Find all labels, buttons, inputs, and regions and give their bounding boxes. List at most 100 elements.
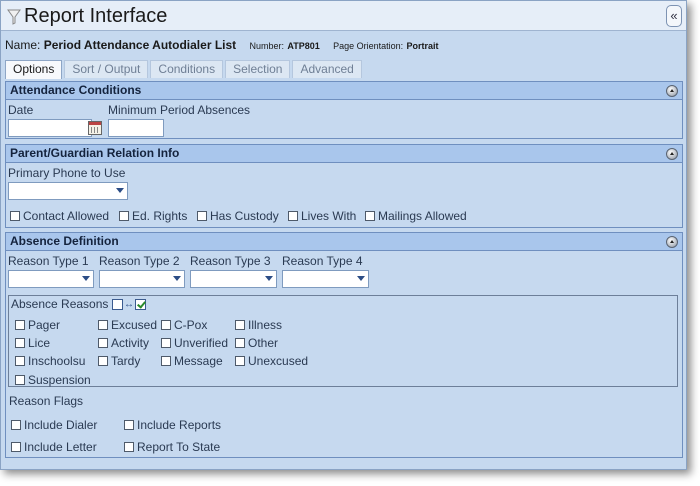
checkbox-box[interactable] (15, 356, 25, 366)
date-input[interactable] (8, 119, 92, 137)
checkbox-box[interactable] (11, 420, 21, 430)
date-label: Date (8, 103, 34, 117)
absence-definition-panel: Absence Definition Reason Type 1 Reason … (5, 232, 683, 458)
checkbox-box[interactable] (119, 211, 129, 221)
checkbox-box[interactable] (10, 211, 20, 221)
report-interface-window: Report Interface « Name: Period Attendan… (0, 0, 687, 470)
flag-include-letter[interactable]: Include Letter (11, 440, 97, 454)
reason-type-2-label: Reason Type 2 (99, 254, 180, 268)
reason-excused[interactable]: Excused (98, 318, 157, 332)
checkbox-lives-with[interactable]: Lives With (288, 209, 356, 223)
checkbox-box[interactable] (15, 375, 25, 385)
chevron-down-icon (357, 276, 365, 281)
reason-type-1-label: Reason Type 1 (8, 254, 89, 268)
reason-unexcused[interactable]: Unexcused (235, 354, 308, 368)
tab-selection[interactable]: Selection (225, 60, 291, 78)
reason-suspension[interactable]: Suspension (15, 373, 91, 387)
flag-report-to-state[interactable]: Report To State (124, 440, 220, 454)
chevron-down-icon (116, 188, 124, 193)
reason-flags-label: Reason Flags (9, 394, 84, 408)
collapse-circle-icon[interactable] (666, 236, 678, 248)
checkbox-mailings-allowed[interactable]: Mailings Allowed (365, 209, 467, 223)
tab-advanced[interactable]: Advanced (292, 60, 362, 78)
tab-options[interactable]: Options (5, 60, 63, 79)
primary-phone-select[interactable] (8, 182, 128, 200)
chevron-down-icon (265, 276, 273, 281)
checkbox-box[interactable] (98, 338, 108, 348)
reason-type-2-select[interactable] (99, 270, 185, 288)
calendar-icon[interactable] (88, 121, 102, 135)
checkbox-box[interactable] (161, 356, 171, 366)
min-absences-input[interactable] (108, 119, 164, 137)
reason-tardy[interactable]: Tardy (98, 354, 140, 368)
chevron-down-icon (82, 276, 90, 281)
checkbox-box[interactable] (235, 320, 245, 330)
reason-type-3-select[interactable] (190, 270, 277, 288)
min-absences-label: Minimum Period Absences (108, 103, 251, 117)
absence-definition-title: Absence Definition (10, 234, 119, 248)
checkbox-box[interactable] (235, 356, 245, 366)
checkbox-box[interactable] (98, 320, 108, 330)
checkbox-box[interactable] (124, 442, 134, 452)
report-info-row: Name: Period Attendance Autodialer List … (5, 38, 448, 52)
reason-inschoolsu[interactable]: Inschoolsu (15, 354, 85, 368)
flag-include-dialer[interactable]: Include Dialer (11, 418, 97, 432)
checkbox-box[interactable] (161, 338, 171, 348)
guardian-relation-header: Parent/Guardian Relation Info (6, 145, 682, 163)
report-name: Period Attendance Autodialer List (43, 38, 237, 52)
filter-icon (7, 9, 21, 25)
chevron-down-icon (173, 276, 181, 281)
checkbox-box[interactable] (161, 320, 171, 330)
checkbox-box[interactable] (197, 211, 207, 221)
collapse-circle-icon[interactable] (666, 148, 678, 160)
checkbox-contact-allowed[interactable]: Contact Allowed (10, 209, 109, 223)
checkbox-ed-rights[interactable]: Ed. Rights (119, 209, 187, 223)
reason-pager[interactable]: Pager (15, 318, 60, 332)
swap-arrows-icon[interactable]: ↔ (124, 299, 134, 310)
tab-conditions[interactable]: Conditions (150, 60, 224, 78)
reason-activity[interactable]: Activity (98, 336, 149, 350)
absence-definition-header: Absence Definition (6, 233, 682, 251)
reason-c-pox[interactable]: C-Pox (161, 318, 207, 332)
reason-message[interactable]: Message (161, 354, 223, 368)
attendance-conditions-panel: Attendance Conditions Date Minimum Perio… (5, 81, 683, 139)
checkbox-box[interactable] (15, 338, 25, 348)
checkbox-box[interactable] (288, 211, 298, 221)
flag-include-reports[interactable]: Include Reports (124, 418, 221, 432)
orientation-label: Page Orientation: (333, 41, 404, 51)
guardian-relation-title: Parent/Guardian Relation Info (10, 146, 180, 160)
orientation-value: Portrait (406, 41, 439, 51)
number-label: Number: (249, 41, 285, 51)
absence-reasons-label: Absence Reasons (11, 297, 109, 311)
attendance-conditions-header: Attendance Conditions (6, 82, 682, 100)
report-number: ATP801 (287, 41, 320, 51)
guardian-relation-panel: Parent/Guardian Relation Info Primary Ph… (5, 144, 683, 228)
checkbox-box[interactable] (11, 442, 21, 452)
checkbox-box[interactable] (235, 338, 245, 348)
title-bar: Report Interface « (1, 1, 686, 31)
tab-bar: Options Sort / Output Conditions Selecti… (5, 60, 364, 79)
checkbox-has-custody[interactable]: Has Custody (197, 209, 279, 223)
name-label: Name: (5, 38, 41, 52)
checkbox-box[interactable] (124, 420, 134, 430)
collapse-button[interactable]: « (666, 5, 682, 27)
window-title: Report Interface (24, 5, 168, 27)
reason-unverified[interactable]: Unverified (161, 336, 228, 350)
reason-type-1-select[interactable] (8, 270, 94, 288)
select-none-icon[interactable] (112, 299, 123, 310)
absence-reasons-group: Absence Reasons ↔ Pager Lice Inschoolsu … (8, 295, 678, 387)
reason-type-4-select[interactable] (282, 270, 369, 288)
checkbox-box[interactable] (15, 320, 25, 330)
select-toggle-icons[interactable]: ↔ (112, 299, 146, 310)
reason-other[interactable]: Other (235, 336, 278, 350)
reason-lice[interactable]: Lice (15, 336, 50, 350)
tab-sort-output[interactable]: Sort / Output (64, 60, 149, 78)
collapse-circle-icon[interactable] (666, 85, 678, 97)
checkbox-box[interactable] (365, 211, 375, 221)
checkbox-box[interactable] (98, 356, 108, 366)
primary-phone-label: Primary Phone to Use (8, 166, 126, 180)
attendance-conditions-title: Attendance Conditions (10, 83, 142, 97)
reason-type-3-label: Reason Type 3 (190, 254, 271, 268)
reason-illness[interactable]: Illness (235, 318, 282, 332)
select-all-icon[interactable] (135, 299, 146, 310)
